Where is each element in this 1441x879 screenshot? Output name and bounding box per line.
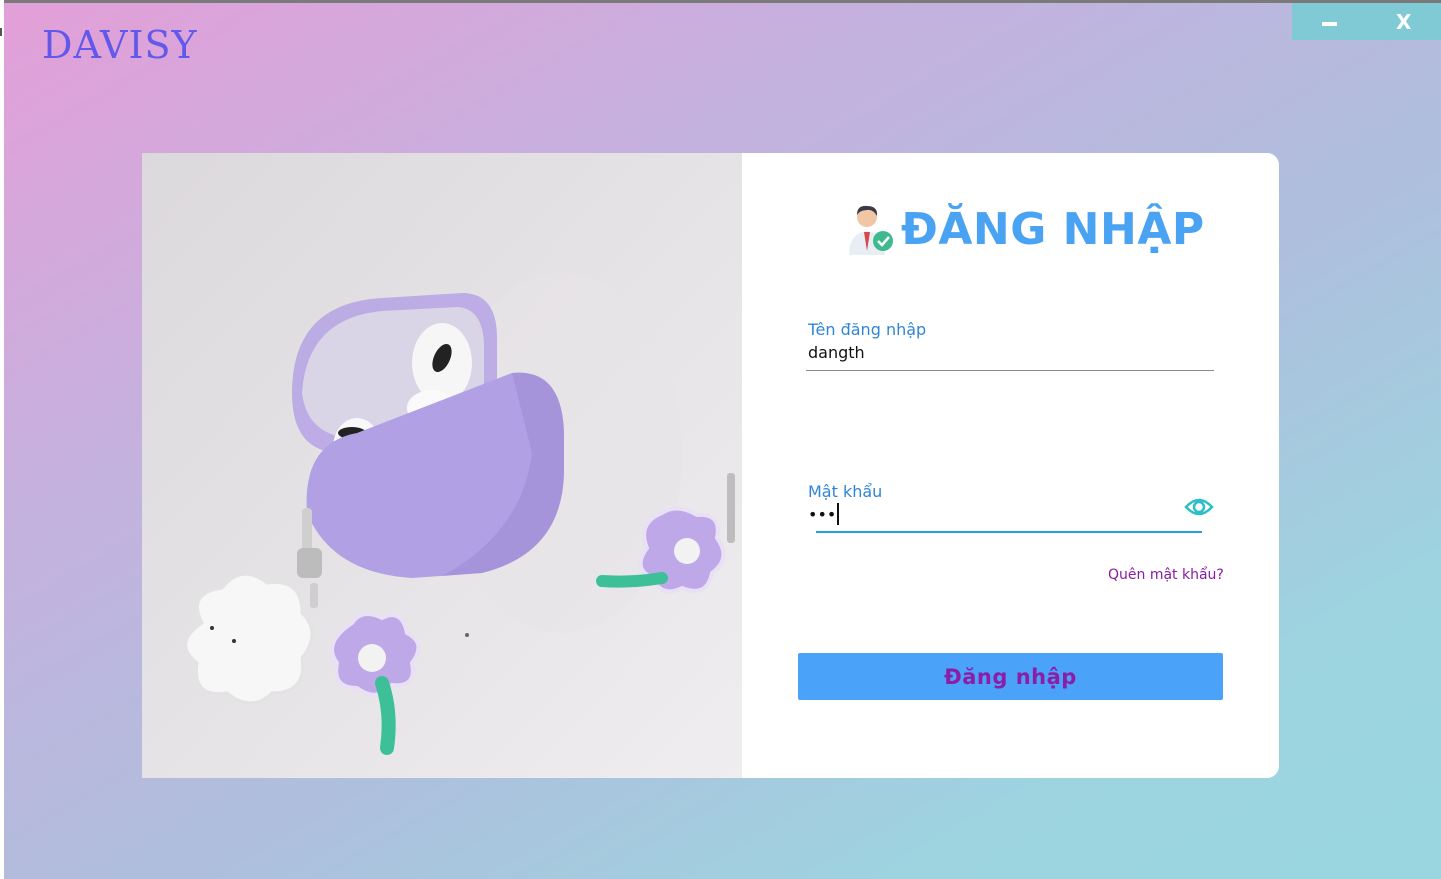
username-label: Tên đăng nhập: [808, 320, 927, 339]
password-active-underline: [816, 531, 1202, 533]
forgot-password-link[interactable]: Quên mật khẩu?: [1108, 567, 1224, 583]
login-form: ĐĂNG NHẬP Tên đăng nhập dangth Mật khẩu …: [742, 153, 1279, 778]
minimize-icon: [1321, 21, 1337, 26]
brand-logo: DAVISY: [42, 23, 198, 67]
minimize-button[interactable]: [1292, 3, 1367, 40]
login-title: ĐĂNG NHẬP: [845, 203, 1205, 255]
username-underline: [806, 370, 1214, 371]
text-caret: [837, 503, 840, 525]
user-check-icon: [849, 205, 893, 255]
password-label: Mật khẩu: [808, 482, 883, 501]
username-field[interactable]: Tên đăng nhập dangth: [806, 320, 1214, 371]
password-input[interactable]: •••: [808, 503, 1214, 525]
password-field[interactable]: Mật khẩu •••: [806, 482, 1214, 533]
app-window: DAVISY X ĐĂNG NHẬP Tên đăng nhập dangth …: [4, 3, 1441, 879]
window-controls: X: [1292, 3, 1441, 40]
login-card: ĐĂNG NHẬP Tên đăng nhập dangth Mật khẩu …: [142, 153, 1279, 778]
login-button[interactable]: Đăng nhập: [798, 653, 1223, 700]
eye-icon[interactable]: [1184, 495, 1214, 519]
close-button[interactable]: X: [1367, 3, 1441, 40]
username-input[interactable]: dangth: [808, 342, 1214, 362]
airpods-case-illustration: [142, 153, 742, 778]
login-title-text: ĐĂNG NHẬP: [901, 203, 1205, 255]
password-masked-value: •••: [808, 504, 837, 524]
product-photo: [142, 153, 742, 778]
